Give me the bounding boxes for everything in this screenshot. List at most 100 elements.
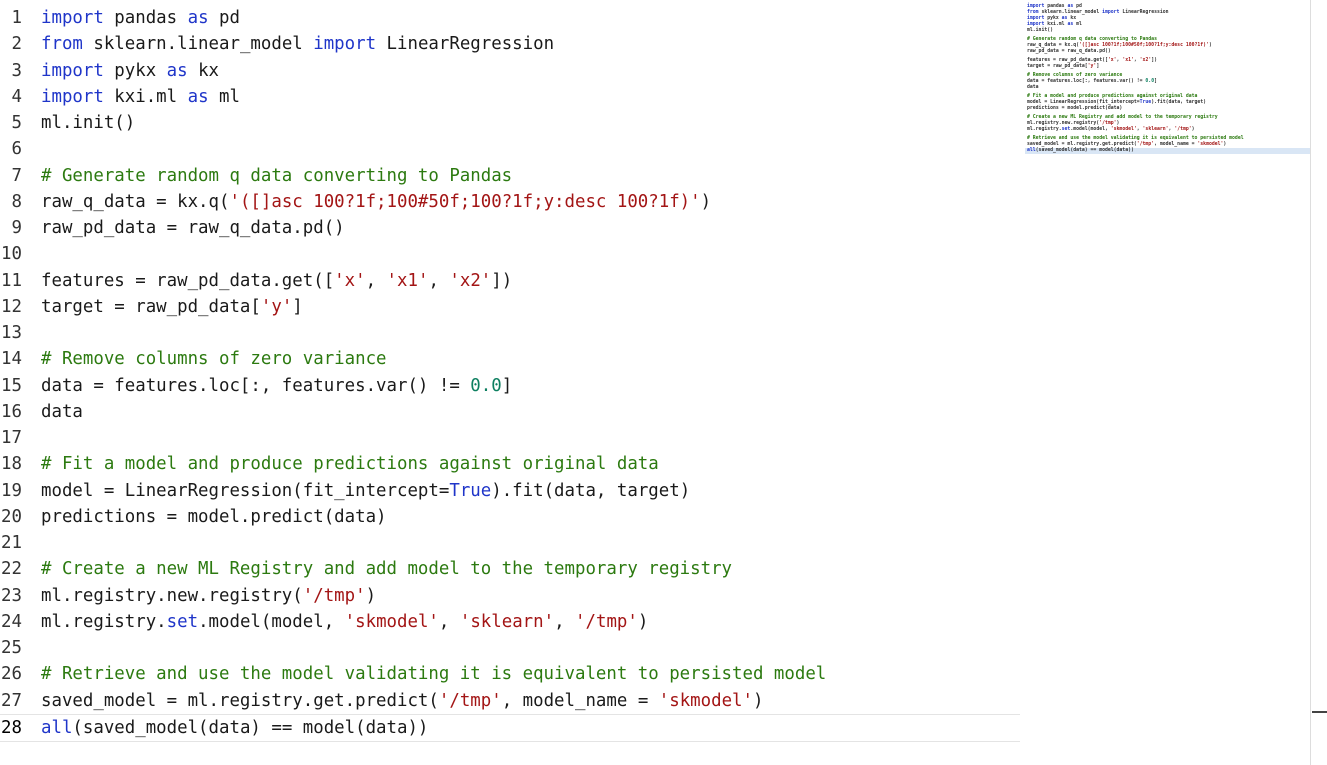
code-token: data bbox=[41, 401, 83, 422]
code-token: ) bbox=[700, 191, 712, 212]
line-number: 23 bbox=[1, 585, 22, 606]
code-text[interactable]: import kxi.ml as ml bbox=[41, 84, 240, 110]
code-line[interactable]: 25 bbox=[0, 635, 1020, 661]
code-token: ml bbox=[208, 86, 240, 107]
line-number: 17 bbox=[1, 428, 22, 448]
minimap-line: target = raw_pd_data['y'] bbox=[1027, 64, 1100, 69]
code-text[interactable]: # Generate random q data converting to P… bbox=[41, 163, 512, 189]
code-line[interactable]: 7 # Generate random q data converting to … bbox=[0, 163, 1020, 189]
code-token: ml.registry. bbox=[41, 611, 167, 632]
code-line[interactable]: 17 bbox=[0, 425, 1020, 451]
code-token: pd bbox=[208, 8, 240, 28]
code-token: '/tmp' bbox=[575, 611, 638, 632]
code-line[interactable]: 18 # Fit a model and produce predictions … bbox=[0, 451, 1020, 477]
code-line[interactable]: 4 import kxi.ml as ml bbox=[0, 84, 1020, 110]
code-line[interactable]: 3 import pykx as kx bbox=[0, 58, 1020, 84]
vertical-scrollbar[interactable] bbox=[1310, 0, 1327, 765]
code-token: model = LinearRegression(fit_intercept= bbox=[41, 480, 450, 501]
code-token: ml.init() bbox=[41, 113, 136, 133]
code-token: raw_pd_data = raw_q_data.pd() bbox=[41, 218, 345, 238]
code-line[interactable]: 19 model = LinearRegression(fit_intercept… bbox=[0, 478, 1020, 504]
line-number: 20 bbox=[1, 506, 22, 527]
code-token: from bbox=[41, 34, 83, 55]
code-token: ) bbox=[365, 585, 377, 606]
code-text[interactable]: target = raw_pd_data['y'] bbox=[41, 294, 303, 320]
code-editor[interactable]: 1 import pandas as pd 2 from sklearn.linear… bbox=[0, 0, 1020, 765]
code-line[interactable]: 13 bbox=[0, 320, 1020, 346]
code-token: kxi.ml bbox=[103, 86, 188, 107]
code-text[interactable]: data bbox=[41, 399, 83, 425]
code-text[interactable]: features = raw_pd_data.get(['x', 'x1', '… bbox=[41, 268, 512, 294]
code-text[interactable]: ml.registry.set.model(model, 'skmodel', … bbox=[41, 609, 648, 635]
code-token: as bbox=[187, 8, 209, 28]
code-token: 'x1' bbox=[386, 270, 429, 291]
code-token: LinearRegression bbox=[376, 34, 555, 55]
code-token: ) bbox=[637, 611, 649, 632]
code-text[interactable]: ml.init() bbox=[41, 110, 135, 136]
code-token: 'y' bbox=[260, 296, 293, 317]
code-line[interactable]: 14 # Remove columns of zero variance bbox=[0, 346, 1020, 372]
code-text[interactable]: data = features.loc[:, features.var() !=… bbox=[41, 373, 512, 399]
code-token: pykx bbox=[103, 60, 167, 81]
code-token: , bbox=[365, 270, 387, 291]
code-text[interactable]: raw_pd_data = raw_q_data.pd() bbox=[41, 215, 345, 241]
code-text[interactable]: predictions = model.predict(data) bbox=[41, 504, 387, 530]
code-line[interactable]: 15 data = features.loc[:, features.var() … bbox=[0, 373, 1020, 399]
code-line[interactable]: 11 features = raw_pd_data.get(['x', 'x1',… bbox=[0, 268, 1020, 294]
code-line[interactable]: 6 bbox=[0, 136, 1020, 162]
code-line[interactable]: 5 ml.init() bbox=[0, 110, 1020, 136]
code-text[interactable]: import pykx as kx bbox=[41, 58, 219, 84]
code-line[interactable]: 8 raw_q_data = kx.q('([]asc 100?1f;100#50… bbox=[0, 189, 1020, 215]
code-token: import bbox=[41, 60, 104, 81]
code-text[interactable]: ml.registry.new.registry('/tmp') bbox=[41, 583, 376, 609]
code-token: 'skmodel' bbox=[344, 611, 439, 632]
line-number: 28 bbox=[1, 717, 22, 738]
code-line[interactable]: 21 bbox=[0, 530, 1020, 556]
code-line[interactable]: 26 # Retrieve and use the model validatin… bbox=[0, 661, 1020, 687]
code-text[interactable]: saved_model = ml.registry.get.predict('/… bbox=[41, 688, 763, 714]
code-line[interactable]: 20 predictions = model.predict(data) bbox=[0, 504, 1020, 530]
code-text[interactable]: raw_q_data = kx.q('([]asc 100?1f;100#50f… bbox=[41, 189, 711, 215]
code-token: , bbox=[554, 611, 576, 632]
minimap[interactable]: import pandas as pd from sklearn.linear_m… bbox=[1025, 4, 1310, 179]
line-number: 10 bbox=[1, 244, 22, 265]
code-line[interactable]: 16 data bbox=[0, 399, 1020, 425]
code-token: as bbox=[166, 60, 188, 81]
code-line[interactable]: 27 saved_model = ml.registry.get.predict(… bbox=[0, 688, 1020, 714]
code-token: data = features.loc[:, features.var() != bbox=[41, 375, 471, 396]
code-token: ] bbox=[292, 296, 303, 317]
code-token: ]) bbox=[491, 270, 513, 291]
code-text[interactable]: # Create a new ML Registry and add model… bbox=[41, 556, 732, 582]
code-text[interactable]: import pandas as pd bbox=[41, 5, 240, 31]
code-line[interactable]: 23 ml.registry.new.registry('/tmp') bbox=[0, 583, 1020, 609]
code-token: # Fit a model and produce predictions ag… bbox=[41, 454, 659, 475]
minimap-line: ml.registry.set.model(model, 'skmodel', … bbox=[1027, 127, 1195, 132]
line-number: 26 bbox=[1, 664, 22, 685]
code-text[interactable]: all(saved_model(data) == model(data)) bbox=[41, 715, 428, 741]
code-line[interactable]: 1 import pandas as pd bbox=[0, 5, 1020, 31]
line-number: 9 bbox=[11, 218, 22, 238]
code-token: import bbox=[41, 86, 104, 107]
code-token: ] bbox=[501, 375, 513, 396]
line-number: 19 bbox=[1, 480, 22, 501]
code-token: , bbox=[438, 611, 460, 632]
code-token: saved_model = ml.registry.get.predict( bbox=[41, 690, 439, 711]
code-line[interactable]: 12 target = raw_pd_data['y'] bbox=[0, 294, 1020, 320]
code-text[interactable]: # Fit a model and produce predictions ag… bbox=[41, 451, 659, 477]
code-line[interactable]: 24 ml.registry.set.model(model, 'skmodel'… bbox=[0, 609, 1020, 635]
code-text[interactable]: # Remove columns of zero variance bbox=[41, 346, 387, 372]
line-number: 18 bbox=[1, 454, 22, 475]
code-line[interactable]: 9 raw_pd_data = raw_q_data.pd() bbox=[0, 215, 1020, 241]
code-line[interactable]: 22 # Create a new ML Registry and add mod… bbox=[0, 556, 1020, 582]
code-line[interactable]: 28 all(saved_model(data) == model(data)) bbox=[0, 713, 1020, 742]
code-token: , bbox=[428, 270, 450, 291]
line-number: 3 bbox=[11, 60, 22, 81]
code-line[interactable]: 10 bbox=[0, 241, 1020, 267]
line-number: 24 bbox=[1, 611, 22, 632]
line-number: 21 bbox=[1, 533, 22, 553]
code-text[interactable]: from sklearn.linear_model import LinearR… bbox=[41, 31, 554, 57]
code-token: # Retrieve and use the model validating … bbox=[41, 664, 827, 685]
code-line[interactable]: 2 from sklearn.linear_model import Linear… bbox=[0, 31, 1020, 57]
code-text[interactable]: model = LinearRegression(fit_intercept=T… bbox=[41, 478, 690, 504]
code-text[interactable]: # Retrieve and use the model validating … bbox=[41, 661, 826, 687]
